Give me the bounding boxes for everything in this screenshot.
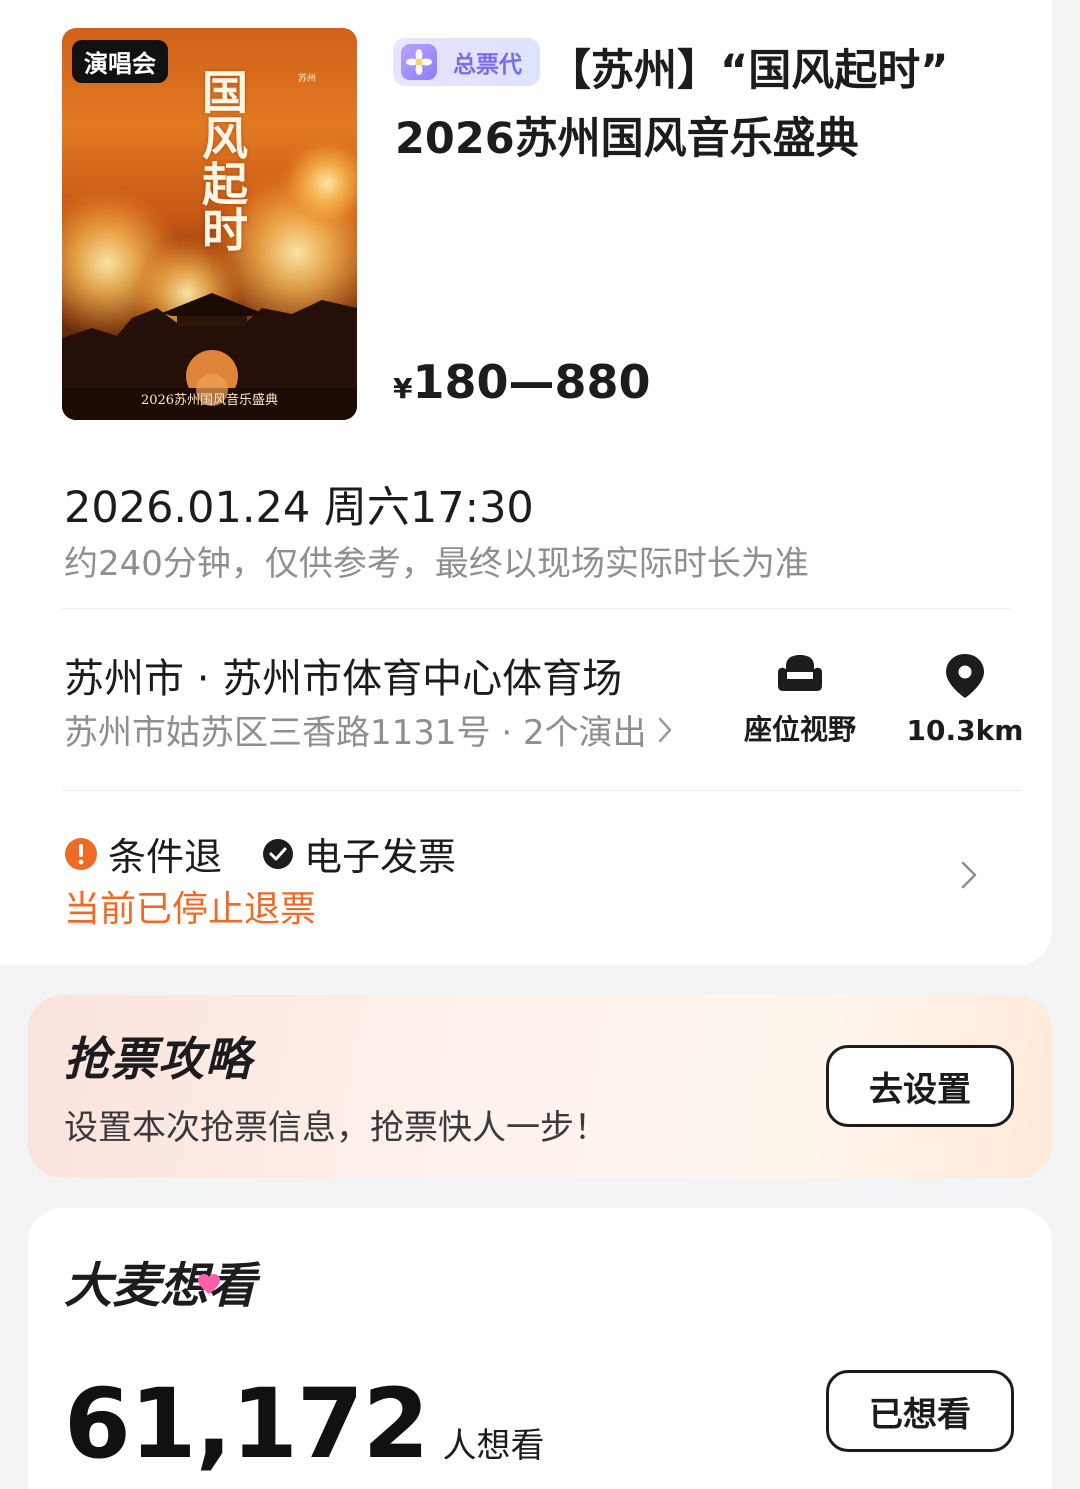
event-detail-page: 演唱会 国风起时 苏州 2026苏州国风音乐盛典 总票代 【苏州】“国风起时” …: [0, 0, 1080, 1489]
venue-name[interactable]: 苏州市 · 苏州市体育中心体育场: [64, 646, 622, 704]
invoice-policy-label: 电子发票: [304, 835, 457, 879]
category-tag: 演唱会: [72, 40, 168, 83]
flower-icon: [401, 44, 437, 80]
chevron-right-icon: [658, 717, 671, 742]
event-title-line1: 【苏州】“国风起时”: [548, 46, 949, 96]
warning-icon: [65, 837, 97, 870]
refund-policy-label: 条件退: [108, 835, 223, 879]
armchair-icon: [778, 655, 822, 691]
ticket-agent-badge: 总票代: [393, 38, 540, 86]
refund-status: 当前已停止退票: [64, 889, 317, 930]
heart-icon: [198, 1274, 220, 1294]
distance-label: 10.3km: [906, 714, 1024, 747]
venue-map-button[interactable]: 10.3km: [905, 652, 1025, 747]
venue-address[interactable]: 苏州市姑苏区三香路1131号 · 2个演出: [64, 705, 673, 754]
chevron-right-icon[interactable]: [958, 858, 980, 892]
wish-count-unit: 人想看: [442, 1426, 545, 1466]
strategy-subtitle: 设置本次抢票信息，抢票快人一步！: [64, 1108, 608, 1148]
price-value: 180—880: [412, 355, 651, 409]
check-circle-icon: [263, 838, 294, 869]
event-info-card: 演唱会 国风起时 苏州 2026苏州国风音乐盛典 总票代 【苏州】“国风起时” …: [0, 0, 1052, 965]
seat-view-button[interactable]: 座位视野: [735, 652, 865, 748]
wish-count-number: 61,172: [64, 1368, 429, 1480]
strategy-title: 抢票攻略: [64, 1032, 252, 1086]
invoice-policy: 电子发票: [262, 826, 456, 881]
policy-row[interactable]: 条件退 电子发票: [64, 826, 496, 881]
wishlist-title-text: 大麦想看: [64, 1258, 257, 1314]
go-settings-button[interactable]: 去设置: [826, 1045, 1014, 1127]
poster-side-text: 苏州: [297, 74, 316, 84]
show-datetime[interactable]: 2026.01.24 周六17:30: [64, 473, 534, 535]
wish-count: 61,172 人想看: [64, 1368, 544, 1480]
poster-caption: 2026苏州国风音乐盛典: [140, 393, 279, 408]
divider: [62, 608, 1010, 609]
price-range: ¥180—880: [393, 355, 651, 409]
event-title-line2: 2026苏州国风音乐盛典: [395, 114, 859, 164]
event-poster[interactable]: 演唱会 国风起时 苏州 2026苏州国风音乐盛典: [62, 28, 357, 420]
ticket-strategy-card: 抢票攻略 设置本次抢票信息，抢票快人一步！ 去设置: [28, 995, 1052, 1178]
poster-calligraphy: 国风起时: [195, 68, 249, 252]
location-pin-icon: [946, 654, 984, 698]
divider: [62, 790, 1022, 791]
refund-policy: 条件退: [64, 826, 222, 881]
duration-note: 约240分钟，仅供参考，最终以现场实际时长为准: [64, 544, 809, 584]
wishlist-card: 大麦想看 61,172 人想看 已想看: [28, 1208, 1052, 1489]
ticket-agent-label: 总票代: [453, 52, 522, 78]
seat-view-label: 座位视野: [743, 713, 856, 746]
venue-address-text: 苏州市姑苏区三香路1131号 · 2个演出: [64, 713, 647, 753]
currency-symbol: ¥: [393, 372, 413, 405]
already-wished-button[interactable]: 已想看: [826, 1370, 1014, 1452]
wishlist-title: 大麦想看: [64, 1246, 256, 1316]
